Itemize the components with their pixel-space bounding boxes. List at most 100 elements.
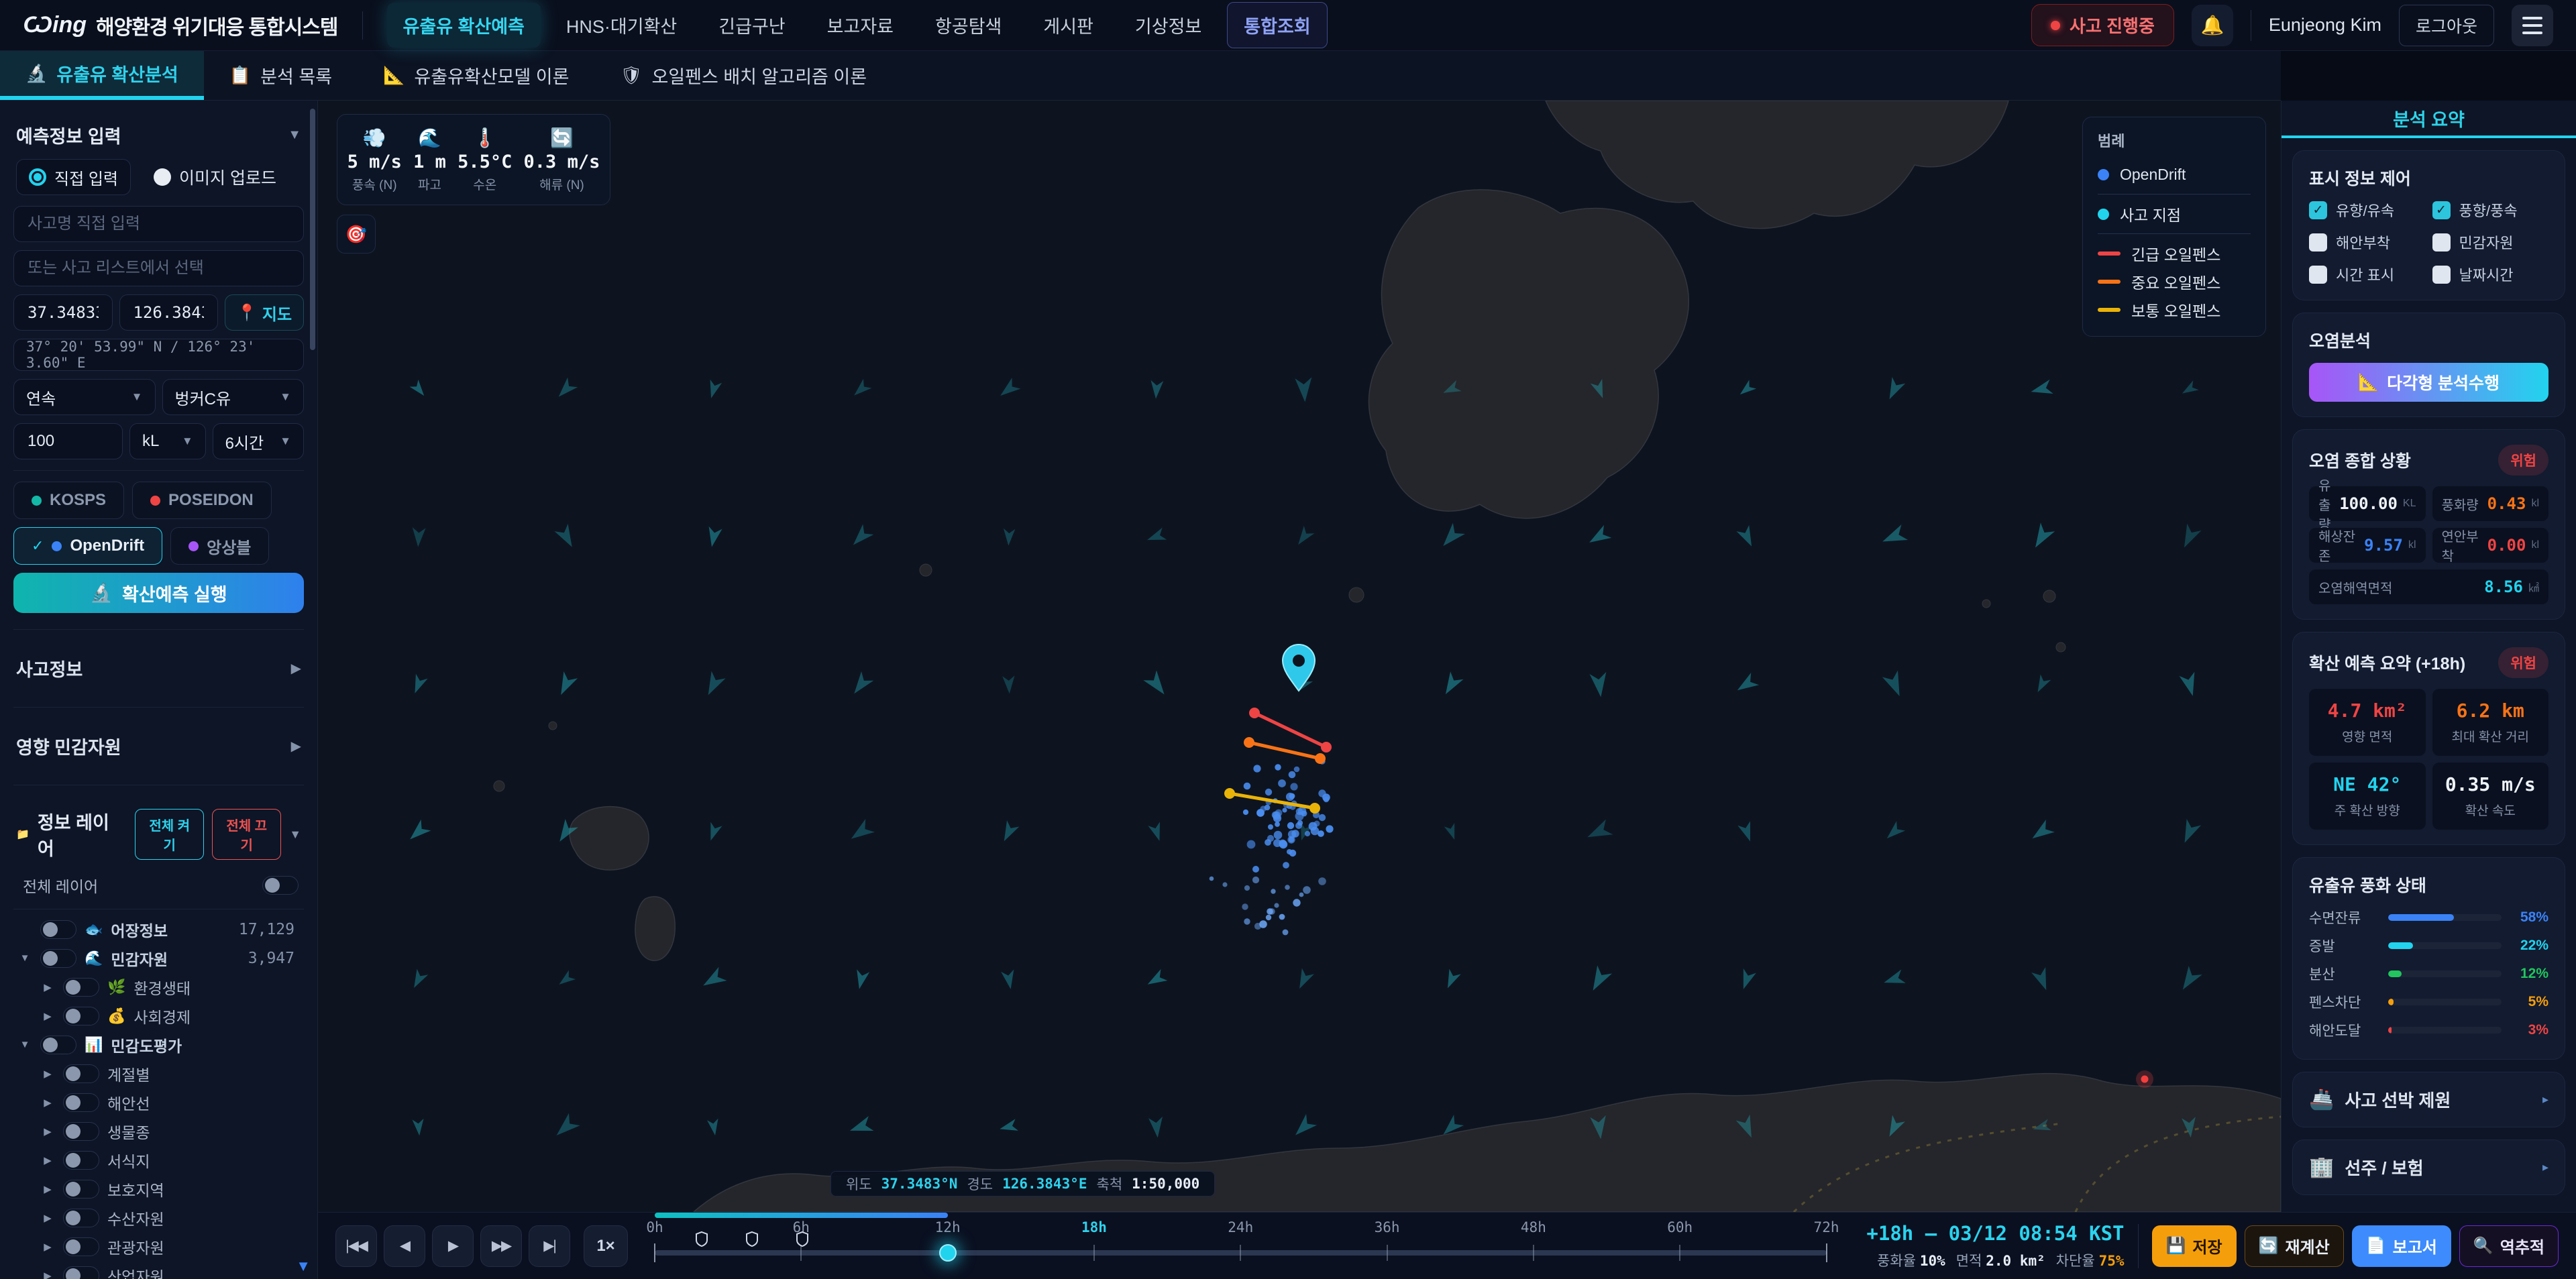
locate-incident-button[interactable]: 🎯 bbox=[337, 215, 376, 254]
oilfence-marker-icon[interactable] bbox=[694, 1230, 709, 1251]
skip-start-button[interactable]: |◀◀ bbox=[335, 1225, 377, 1267]
layers-all-on-button[interactable]: 전체 켜기 bbox=[135, 809, 204, 860]
section-impact-resources[interactable]: 영향 민감자원 ▶ bbox=[13, 718, 304, 774]
duration-select[interactable]: 6시간 ▼ bbox=[213, 423, 304, 459]
model-chip-POSEIDON[interactable]: POSEIDON bbox=[132, 482, 272, 519]
layers-all-off-button[interactable]: 전체 끄기 bbox=[212, 809, 281, 860]
chevron-right-icon[interactable]: ▶ bbox=[40, 1212, 55, 1224]
layer-toggle-민감도평가[interactable] bbox=[40, 1036, 76, 1054]
역추적-button[interactable]: 🔍역추적 bbox=[2459, 1225, 2559, 1267]
chevron-right-icon[interactable]: ▶ bbox=[40, 1154, 55, 1166]
check-풍향/풍속[interactable]: ✓풍향/풍속 bbox=[2432, 199, 2549, 221]
model-chip-KOSPS[interactable]: KOSPS bbox=[13, 482, 124, 519]
layer-toggle-민감자원[interactable] bbox=[40, 949, 76, 968]
pick-on-map-button[interactable]: 📍 지도 bbox=[225, 294, 304, 331]
layer-toggle-해안선[interactable] bbox=[63, 1093, 99, 1112]
checkbox-icon[interactable]: ✓ bbox=[2432, 201, 2451, 219]
저장-button[interactable]: 💾저장 bbox=[2152, 1225, 2237, 1267]
chevron-down-icon[interactable]: ▼ bbox=[17, 952, 32, 964]
check-민감자원[interactable]: 민감자원 bbox=[2432, 231, 2549, 253]
chevron-right-icon[interactable]: ▶ bbox=[40, 1241, 55, 1253]
polygon-analysis-button[interactable]: 📐 다각형 분석수행 bbox=[2309, 363, 2548, 402]
section-accident-info[interactable]: 사고정보 ▶ bbox=[13, 641, 304, 696]
chevron-right-icon[interactable]: ▶ bbox=[40, 1097, 55, 1109]
nav-item-5[interactable]: 게시판 bbox=[1027, 3, 1110, 48]
nav-item-0[interactable]: 유출유 확산예측 bbox=[387, 3, 541, 48]
accident-list-input[interactable] bbox=[13, 250, 304, 286]
chevron-right-icon[interactable]: ▶ bbox=[40, 1270, 55, 1279]
nav-item-6[interactable]: 기상정보 bbox=[1119, 3, 1218, 48]
layer-toggle-수산자원[interactable] bbox=[63, 1209, 99, 1227]
scroll-more-icon[interactable]: ▼ bbox=[296, 1258, 311, 1275]
nav-item-1[interactable]: HNS·대기확산 bbox=[550, 3, 693, 48]
chevron-right-icon[interactable]: ▶ bbox=[40, 1010, 55, 1022]
nav-item-3[interactable]: 보고자료 bbox=[811, 3, 910, 48]
check-해안부착[interactable]: 해안부착 bbox=[2309, 231, 2426, 253]
oilfence-marker-icon[interactable] bbox=[795, 1230, 810, 1251]
timeline-label-12h: 12h bbox=[935, 1219, 961, 1235]
model-chip-앙상블[interactable]: 앙상블 bbox=[170, 527, 269, 565]
run-prediction-button[interactable]: 🔬 확산예측 실행 bbox=[13, 573, 304, 613]
check-시간 표시[interactable]: 시간 표시 bbox=[2309, 264, 2426, 285]
model-chip-OpenDrift[interactable]: ✓OpenDrift bbox=[13, 527, 162, 565]
layer-toggle-사회경제[interactable] bbox=[63, 1007, 99, 1025]
accident-name-input[interactable] bbox=[13, 206, 304, 242]
checkbox-icon[interactable] bbox=[2432, 233, 2451, 252]
latitude-input[interactable] bbox=[13, 294, 113, 331]
spill-type-select[interactable]: 연속 ▼ bbox=[13, 379, 156, 415]
radio-direct-input[interactable]: 직접 입력 bbox=[16, 159, 131, 195]
legend-label: 중요 오일펜스 bbox=[2131, 270, 2220, 293]
map-canvas[interactable]: 💨5 m/s풍속 (N)🌊1 m파고🌡️5.5°C수온🔄0.3 m/s해류 (N… bbox=[318, 101, 2281, 1212]
chevron-right-icon[interactable]: ▶ bbox=[40, 1183, 55, 1195]
oilfence-endpoint bbox=[1321, 742, 1332, 753]
hamburger-menu-button[interactable] bbox=[2512, 5, 2553, 46]
nav-item-2[interactable]: 긴급구난 bbox=[702, 3, 801, 48]
check-유향/유속[interactable]: ✓유향/유속 bbox=[2309, 199, 2426, 221]
chevron-right-icon[interactable]: ▶ bbox=[40, 1068, 55, 1080]
checkbox-icon[interactable] bbox=[2309, 266, 2327, 284]
tab-1[interactable]: 📋분석 목록 bbox=[204, 51, 358, 100]
notifications-button[interactable]: 🔔 bbox=[2192, 5, 2233, 46]
layer-toggle-생물종[interactable] bbox=[63, 1122, 99, 1141]
longitude-input[interactable] bbox=[119, 294, 219, 331]
input-section-header[interactable]: 예측정보 입력 ▼ bbox=[16, 122, 301, 148]
checkbox-icon[interactable] bbox=[2309, 233, 2327, 252]
radio-image-upload[interactable]: 이미지 업로드 bbox=[154, 165, 276, 189]
chevron-right-icon[interactable]: ▶ bbox=[40, 981, 55, 993]
chevron-down-icon[interactable]: ▼ bbox=[17, 1039, 32, 1050]
oilfence-marker-icon[interactable] bbox=[745, 1230, 759, 1251]
layer-toggle-어장정보[interactable] bbox=[40, 920, 76, 939]
chevron-right-icon[interactable]: ▶ bbox=[40, 1125, 55, 1137]
재계산-button[interactable]: 🔄재계산 bbox=[2245, 1225, 2344, 1267]
tab-3[interactable]: 🛡오일펜스 배치 알고리즘 이론 bbox=[594, 51, 892, 100]
oil-type-select[interactable]: 벙커C유 ▼ bbox=[162, 379, 305, 415]
보고서-button[interactable]: 📄보고서 bbox=[2352, 1225, 2451, 1267]
unit-select[interactable]: kL ▼ bbox=[129, 423, 206, 459]
skip-end-button[interactable]: ▶| bbox=[529, 1225, 570, 1267]
timeline-handle[interactable] bbox=[939, 1244, 957, 1262]
playback-speed-button[interactable]: 1× bbox=[584, 1225, 628, 1267]
fast-forward-button[interactable]: ▶▶ bbox=[480, 1225, 522, 1267]
tab-2[interactable]: 📐유출유확산모델 이론 bbox=[358, 51, 594, 100]
owner-insurance-card[interactable]: 🏢 선주 / 보험 ▸ bbox=[2292, 1139, 2565, 1195]
layer-toggle-계절별[interactable] bbox=[63, 1064, 99, 1083]
layer-toggle-환경생태[interactable] bbox=[63, 978, 99, 997]
tab-0[interactable]: 🔬유출유 확산분석 bbox=[0, 51, 204, 100]
nav-item-4[interactable]: 항공탐색 bbox=[919, 3, 1018, 48]
layer-toggle-관광자원[interactable] bbox=[63, 1237, 99, 1256]
layer-toggle-서식지[interactable] bbox=[63, 1151, 99, 1170]
layer-toggle-산업자원[interactable] bbox=[63, 1266, 99, 1279]
play-button[interactable]: ▶ bbox=[432, 1225, 474, 1267]
timeline-slider[interactable]: 0h6h12h18h24h36h48h60h72h bbox=[655, 1213, 1827, 1279]
logout-button[interactable]: 로그아웃 bbox=[2399, 5, 2494, 46]
step-back-button[interactable]: ◀ bbox=[384, 1225, 425, 1267]
checkbox-icon[interactable] bbox=[2432, 266, 2451, 284]
amount-input[interactable] bbox=[13, 423, 123, 459]
master-layer-toggle[interactable] bbox=[262, 876, 299, 895]
check-날짜시간[interactable]: 날짜시간 bbox=[2432, 264, 2549, 285]
sidebar-scrollbar[interactable] bbox=[310, 109, 315, 350]
layer-toggle-보호지역[interactable] bbox=[63, 1180, 99, 1199]
checkbox-icon[interactable]: ✓ bbox=[2309, 201, 2327, 219]
nav-item-7[interactable]: 통합조회 bbox=[1227, 2, 1327, 48]
vessel-spec-card[interactable]: 🚢 사고 선박 제원 ▸ bbox=[2292, 1072, 2565, 1127]
